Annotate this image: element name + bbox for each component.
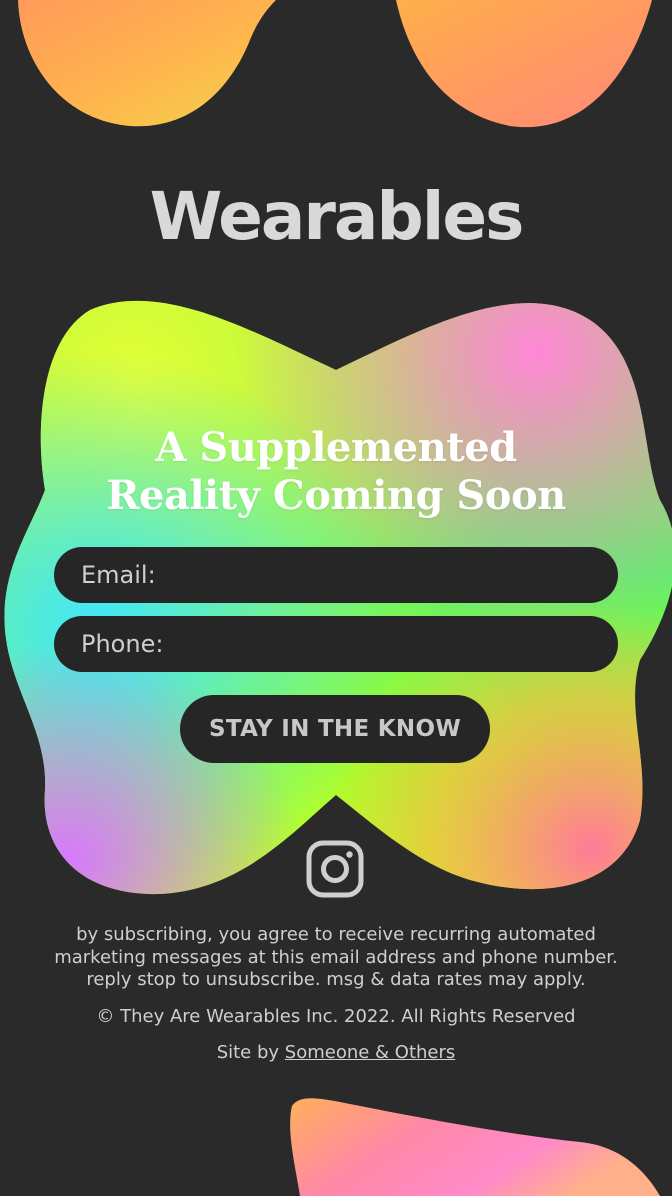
site-credit: Site by Someone & Others [0, 1042, 672, 1063]
bottom-gradient-blob [290, 1098, 660, 1196]
email-field[interactable] [54, 547, 618, 603]
disclaimer-line: reply stop to unsubscribe. msg & data ra… [86, 969, 586, 990]
brand-logo: Wearables [149, 178, 525, 255]
disclaimer-line: by subscribing, you agree to receive rec… [76, 924, 596, 945]
phone-field[interactable] [54, 616, 618, 672]
phone-input[interactable] [79, 629, 618, 659]
copyright-text: © They Are Wearables Inc. 2022. All Righ… [96, 1006, 576, 1027]
site-credit-link[interactable]: Someone & Others [285, 1042, 456, 1063]
hero-headline-line1: A Supplemented [155, 424, 517, 471]
email-input[interactable] [79, 560, 618, 590]
hero-headline-line2: Reality Coming Soon [106, 472, 566, 519]
hero-headline: A Supplemented Reality Coming Soon [0, 424, 672, 520]
site-credit-prefix: Site by [216, 1042, 280, 1063]
stay-in-the-know-button[interactable]: STAY IN THE KNOW [180, 695, 490, 763]
page: Wearables A Supplemented Reality Coming … [0, 0, 672, 1196]
top-left-gradient-blob [18, 0, 652, 128]
disclaimer-line: marketing messages at this email address… [54, 946, 618, 968]
instagram-icon[interactable] [306, 840, 364, 898]
sms-disclaimer: by subscribing, you agree to receive rec… [20, 924, 652, 992]
